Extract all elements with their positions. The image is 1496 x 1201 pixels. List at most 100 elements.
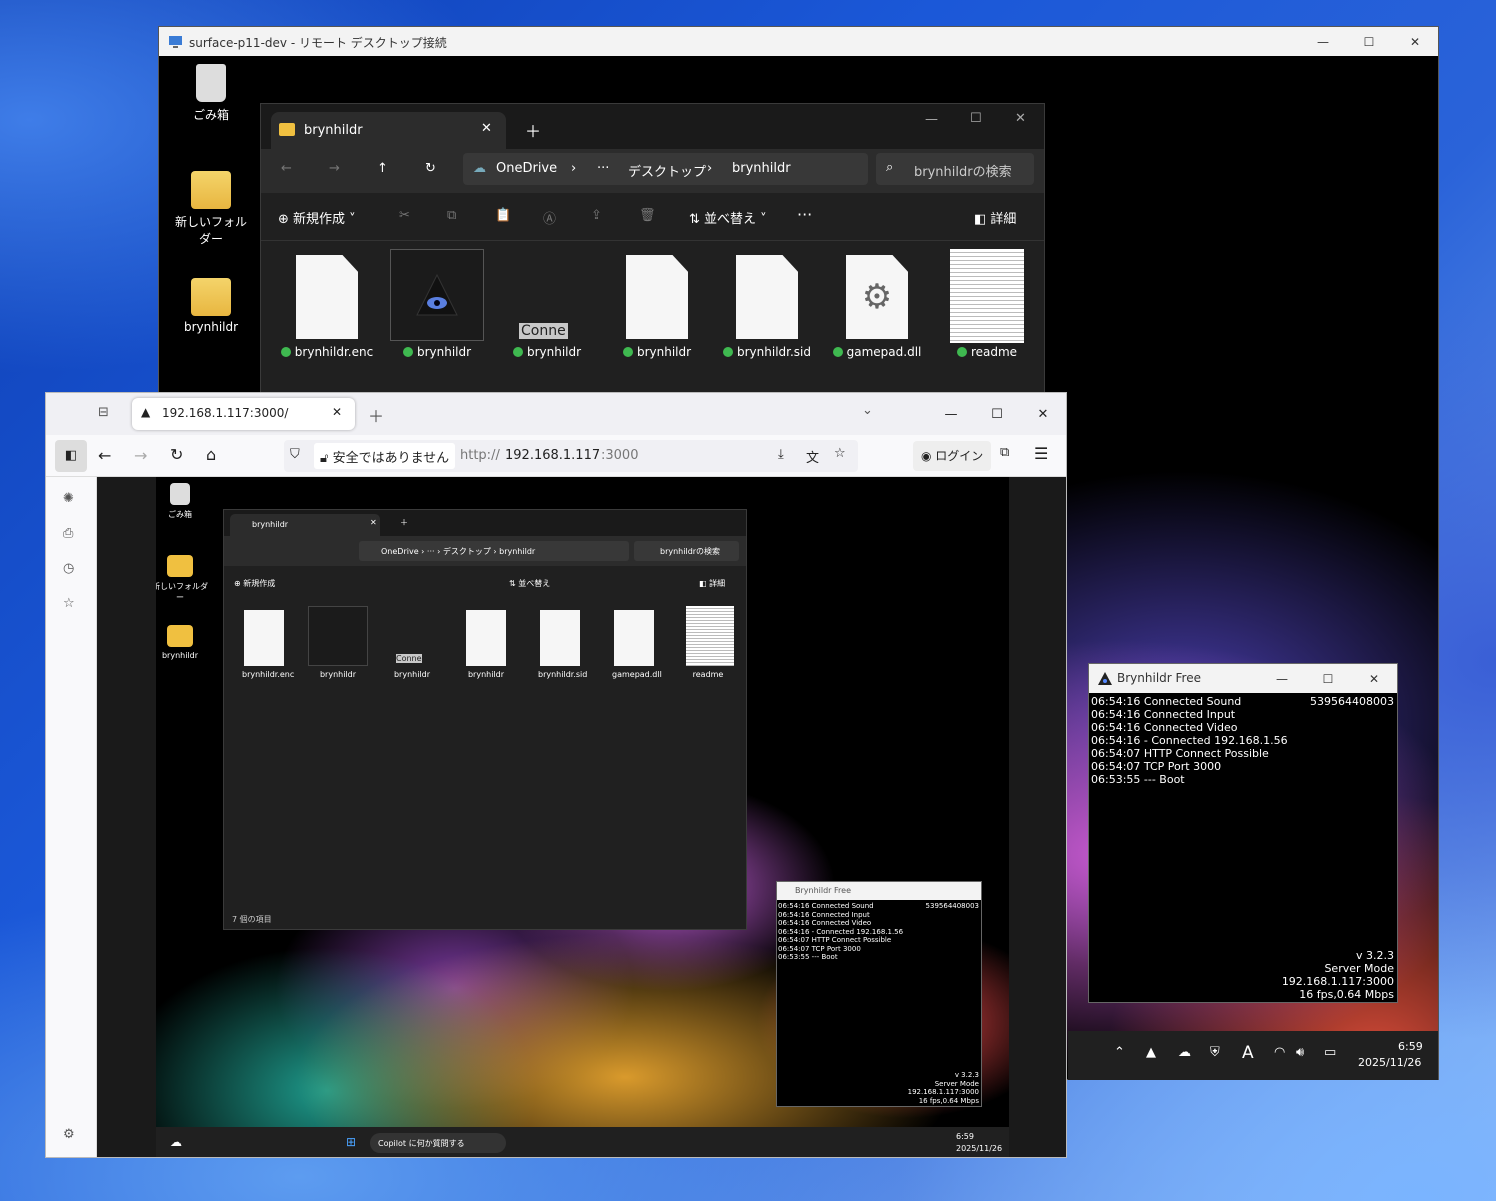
desktop-icon-new-folder[interactable]: 新しいフォルダー: [156, 555, 210, 603]
bookmark-star-icon[interactable]: ☆: [834, 446, 846, 461]
reload-icon[interactable]: ↻: [170, 445, 183, 464]
file-item[interactable]: Conne brynhildr: [495, 255, 599, 359]
back-icon[interactable]: ←: [98, 446, 111, 465]
file-item[interactable]: ⚙ gamepad.dll: [825, 255, 929, 359]
forward-icon[interactable]: →: [134, 446, 147, 465]
file-item[interactable]: brynhildr: [464, 610, 508, 679]
rename-icon[interactable]: Ⓐ: [543, 208, 556, 227]
delete-icon[interactable]: 🗑: [639, 208, 656, 223]
translate-icon[interactable]: 文: [806, 447, 819, 466]
search-box[interactable]: ⌕ brynhildrの検索: [876, 153, 1034, 185]
close-button[interactable]: ✕: [1020, 393, 1066, 435]
more-options-icon[interactable]: ···: [797, 205, 812, 224]
minimize-button[interactable]: —: [1300, 27, 1346, 56]
history-icon[interactable]: ◷: [63, 561, 74, 576]
login-button[interactable]: ◉ ログイン: [913, 441, 992, 471]
file-item[interactable]: brynhildr.sid: [715, 255, 819, 359]
tab-groups-icon[interactable]: ⊟: [98, 405, 109, 420]
breadcrumb-more[interactable]: ···: [597, 161, 609, 176]
up-icon[interactable]: ↑: [377, 161, 388, 176]
close-tab-icon[interactable]: ✕: [370, 518, 377, 527]
clock-time[interactable]: 6:59: [1398, 1040, 1423, 1053]
remote-screen-view[interactable]: ごみ箱 新しいフォルダー brynhildr brynhildr ✕ ＋ One…: [97, 477, 1066, 1157]
file-item[interactable]: readme: [935, 249, 1039, 359]
sort-button[interactable]: ⇅ 並べ替え ˅: [689, 208, 767, 227]
brynhildr-title-bar[interactable]: Brynhildr Free: [777, 882, 981, 900]
gear-icon[interactable]: ⚙: [63, 1127, 75, 1142]
file-item[interactable]: brynhildr: [605, 255, 709, 359]
file-item[interactable]: brynhildr.enc: [275, 255, 379, 359]
chevron-up-icon[interactable]: ⌃: [1114, 1045, 1125, 1060]
start-icon[interactable]: ⊞: [346, 1135, 356, 1149]
forward-icon[interactable]: →: [329, 161, 340, 176]
close-tab-icon[interactable]: ✕: [332, 405, 342, 419]
brynhildr-tray-icon[interactable]: ▲: [1146, 1045, 1156, 1060]
copilot-search-box[interactable]: Copilot に何か質問する: [370, 1133, 506, 1153]
details-button[interactable]: ◧ 詳細: [699, 578, 725, 589]
file-item[interactable]: Conne brynhildr: [390, 610, 434, 679]
shield-icon[interactable]: ⛉: [290, 447, 300, 462]
clock-time[interactable]: 6:59: [956, 1132, 974, 1141]
ai-chat-icon[interactable]: ✺: [63, 491, 74, 506]
maximize-button[interactable]: ☐: [1346, 27, 1392, 56]
desktop-icon-recycle-bin[interactable]: ごみ箱: [156, 483, 210, 520]
extensions-icon[interactable]: ⧉: [1000, 445, 1009, 460]
desktop-icon-brynhildr[interactable]: brynhildr: [171, 278, 251, 334]
battery-icon[interactable]: ▭: [1324, 1045, 1336, 1060]
tab-list-chevron-icon[interactable]: ⌄: [862, 403, 873, 418]
breadcrumb-desktop[interactable]: デスクトップ: [628, 161, 706, 180]
new-item-button[interactable]: ⊕ 新規作成 ˅: [278, 208, 356, 227]
tab-brynhildr[interactable]: brynhildr: [230, 514, 380, 536]
clock-date[interactable]: 2025/11/26: [956, 1144, 1002, 1153]
weather-icon[interactable]: ☁: [170, 1135, 182, 1149]
back-icon[interactable]: ←: [281, 161, 292, 176]
save-page-icon[interactable]: ⤓: [778, 447, 784, 462]
brynhildr-title-bar[interactable]: Brynhildr Free — ☐ ✕: [1089, 664, 1397, 693]
tab-active[interactable]: ▲ 192.168.1.117:3000/ ✕: [132, 398, 355, 430]
desktop-icon-new-folder[interactable]: 新しいフォルダー: [171, 171, 251, 247]
volume-icon[interactable]: 🔊︎: [1296, 1045, 1304, 1060]
security-icon[interactable]: ⛨: [1210, 1045, 1220, 1060]
desktop-icon-brynhildr[interactable]: brynhildr: [156, 625, 210, 660]
minimize-button[interactable]: —: [928, 393, 974, 435]
file-item[interactable]: brynhildr.enc: [242, 610, 294, 679]
close-button[interactable]: ✕: [1392, 27, 1438, 56]
maximize-button[interactable]: ☐: [1305, 664, 1351, 693]
file-item[interactable]: brynhildr: [385, 249, 489, 359]
url-bar[interactable]: ⛉ 🔓︎ 安全ではありません http:// 192.168.1.117 :30…: [284, 440, 858, 472]
insecure-badge[interactable]: 🔓︎ 安全ではありません: [314, 443, 456, 469]
search-box[interactable]: brynhildrの検索: [634, 541, 739, 561]
menu-icon[interactable]: ☰: [1034, 444, 1048, 463]
minimize-button[interactable]: —: [925, 112, 938, 127]
file-item[interactable]: brynhildr: [308, 606, 368, 679]
wifi-icon[interactable]: ◠: [1274, 1045, 1285, 1060]
address-bar[interactable]: ☁ OneDrive › ··· デスクトップ › brynhildr: [463, 153, 868, 185]
close-button[interactable]: ✕: [1351, 664, 1397, 693]
rdp-title-bar[interactable]: surface-p11-dev - リモート デスクトップ接続 — ☐ ✕: [159, 27, 1438, 56]
close-tab-icon[interactable]: ✕: [481, 121, 492, 136]
desktop-icon-recycle-bin[interactable]: ごみ箱: [171, 64, 251, 123]
ime-icon[interactable]: A: [1242, 1043, 1254, 1063]
synced-tabs-icon[interactable]: ⎙: [63, 526, 73, 541]
minimize-button[interactable]: —: [1259, 664, 1305, 693]
new-tab-button[interactable]: ＋: [400, 517, 408, 528]
file-item[interactable]: readme: [686, 606, 734, 679]
details-button[interactable]: ◧ 詳細: [974, 208, 1016, 227]
cloud-icon[interactable]: ☁: [1178, 1045, 1191, 1060]
new-tab-button[interactable]: ＋: [525, 118, 541, 142]
paste-icon[interactable]: 📋: [495, 208, 511, 223]
breadcrumb-onedrive[interactable]: OneDrive: [496, 161, 557, 176]
new-tab-button[interactable]: ＋: [368, 403, 384, 427]
copy-icon[interactable]: ⧉: [447, 208, 456, 223]
breadcrumb-brynhildr[interactable]: brynhildr: [732, 161, 791, 176]
clock-date[interactable]: 2025/11/26: [1358, 1056, 1421, 1069]
close-button[interactable]: ✕: [1015, 111, 1026, 126]
file-item[interactable]: brynhildr.sid: [538, 610, 587, 679]
sidebar-toggle-icon[interactable]: ◧: [55, 440, 87, 472]
new-item-button[interactable]: ⊕ 新規作成: [234, 578, 275, 589]
home-icon[interactable]: ⌂: [206, 445, 216, 464]
refresh-icon[interactable]: ↻: [425, 161, 436, 176]
sort-button[interactable]: ⇅ 並べ替え: [509, 578, 550, 589]
share-icon[interactable]: ⇪: [591, 208, 602, 223]
address-bar[interactable]: OneDrive › ··· › デスクトップ › brynhildr: [359, 541, 629, 561]
